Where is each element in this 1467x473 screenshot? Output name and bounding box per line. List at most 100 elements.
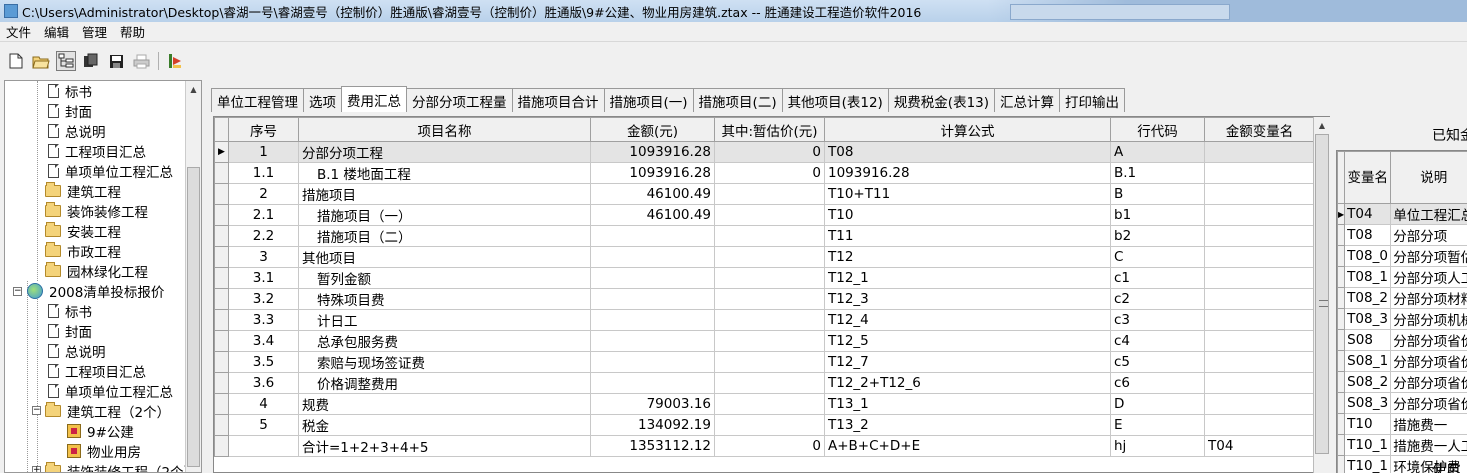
row-code-cell[interactable]: b1 — [1110, 204, 1205, 226]
item-name-cell[interactable]: 规费 — [298, 393, 591, 415]
variable-cell[interactable] — [1204, 183, 1315, 205]
row-indicator[interactable] — [214, 225, 229, 247]
row-code-cell[interactable]: B.1 — [1110, 162, 1205, 184]
table-row[interactable]: S08_1 分部分项省价 — [1337, 350, 1467, 372]
tree-item[interactable]: 装饰装修工程（2个） — [45, 461, 197, 472]
row-code-cell[interactable]: b2 — [1110, 225, 1205, 247]
item-name-cell[interactable]: 措施项目 — [298, 183, 591, 205]
amount-cell[interactable] — [590, 267, 715, 289]
table-row[interactable]: 3 其他项目 T12 C — [214, 246, 1315, 268]
amount-cell[interactable] — [590, 225, 715, 247]
tree-item[interactable]: 封面 — [47, 321, 92, 341]
row-indicator[interactable] — [214, 414, 229, 436]
row-indicator[interactable] — [1337, 224, 1346, 246]
formula-cell[interactable]: T13_2 — [824, 414, 1111, 436]
row-indicator[interactable] — [1337, 371, 1346, 393]
tab-measures-total[interactable]: 措施项目合计 — [511, 88, 605, 112]
table-row[interactable]: 合计=1+2+3+4+5 1353112.12 0 A+B+C+D+E hj T04 — [214, 435, 1315, 457]
item-name-cell[interactable]: 合计=1+2+3+4+5 — [298, 435, 591, 457]
row-code-cell[interactable]: c6 — [1110, 372, 1205, 394]
tree-expand-toggle[interactable]: + — [32, 466, 41, 472]
table-row[interactable]: 2 措施项目 46100.49 T10+T11 B — [214, 183, 1315, 205]
tree-scrollbar[interactable]: ▲ — [185, 81, 201, 472]
table-row[interactable]: 2.1 措施项目（一） 46100.49 T10 b1 — [214, 204, 1315, 226]
row-indicator[interactable] — [214, 162, 229, 184]
variable-name-cell[interactable]: S08_2 — [1344, 371, 1392, 393]
formula-cell[interactable]: T10 — [824, 204, 1111, 226]
estimate-cell[interactable]: 0 — [714, 141, 825, 163]
table-row[interactable]: S08_2 分部分项省价 — [1337, 371, 1467, 393]
tree-item[interactable]: 单项单位工程汇总 — [47, 381, 173, 401]
row-indicator[interactable] — [214, 351, 229, 373]
variable-description-cell[interactable]: 单位工程汇总 — [1390, 203, 1467, 225]
table-row[interactable]: T08_2 分部分项材料 — [1337, 287, 1467, 309]
variable-cell[interactable] — [1204, 162, 1315, 184]
variable-cell[interactable] — [1204, 267, 1315, 289]
variable-cell[interactable] — [1204, 246, 1315, 268]
scroll-thumb[interactable] — [187, 167, 200, 467]
row-indicator[interactable] — [214, 267, 229, 289]
item-number-cell[interactable]: 2 — [228, 183, 299, 205]
row-indicator[interactable] — [214, 435, 229, 457]
scroll-up-icon[interactable]: ▲ — [186, 81, 201, 97]
column-header[interactable]: 变量名 — [1344, 151, 1392, 204]
amount-cell[interactable] — [590, 309, 715, 331]
tree-item[interactable]: 标书 — [47, 81, 92, 101]
variable-description-cell[interactable]: 分部分项省价 — [1390, 350, 1467, 372]
row-code-cell[interactable]: c5 — [1110, 351, 1205, 373]
amount-cell[interactable]: 134092.19 — [590, 414, 715, 436]
table-row[interactable]: T08_1 分部分项人工 — [1337, 266, 1467, 288]
formula-cell[interactable]: T12_5 — [824, 330, 1111, 352]
column-header[interactable]: 计算公式 — [824, 117, 1111, 142]
amount-cell[interactable] — [590, 372, 715, 394]
tree-item[interactable]: 9#公建 — [67, 421, 134, 441]
item-name-cell[interactable]: B.1 楼地面工程 — [298, 162, 591, 184]
tree-item[interactable]: 园林绿化工程 — [45, 261, 148, 281]
menu-help[interactable]: 帮助 — [120, 22, 145, 41]
variable-description-cell[interactable]: 分部分项 — [1390, 224, 1467, 246]
variable-cell[interactable] — [1204, 288, 1315, 310]
amount-cell[interactable] — [590, 288, 715, 310]
item-number-cell[interactable]: 3.1 — [228, 267, 299, 289]
menu-file[interactable]: 文件 — [6, 22, 31, 41]
table-row[interactable]: 3.4 总承包服务费 T12_5 c4 — [214, 330, 1315, 352]
item-name-cell[interactable]: 暂列金额 — [298, 267, 591, 289]
formula-cell[interactable]: T12_3 — [824, 288, 1111, 310]
tree-collapse-toggle[interactable]: − — [32, 406, 41, 415]
table-row[interactable]: T10 措施费一 — [1337, 413, 1467, 435]
grid-scrollbar[interactable]: ▲ — [1313, 117, 1330, 473]
row-code-cell[interactable]: c3 — [1110, 309, 1205, 331]
item-number-cell[interactable]: 2.2 — [228, 225, 299, 247]
column-header[interactable]: 项目名称 — [298, 117, 591, 142]
estimate-cell[interactable]: 0 — [714, 435, 825, 457]
tree-view-icon[interactable] — [56, 51, 76, 71]
variable-name-cell[interactable]: S08_3 — [1344, 392, 1392, 414]
item-name-cell[interactable]: 措施项目（二） — [298, 225, 591, 247]
row-indicator[interactable] — [1337, 350, 1346, 372]
variable-cell[interactable] — [1204, 372, 1315, 394]
variable-cell[interactable] — [1204, 393, 1315, 415]
estimate-cell[interactable]: 0 — [714, 162, 825, 184]
row-indicator[interactable] — [1337, 392, 1346, 414]
item-number-cell[interactable]: 3.6 — [228, 372, 299, 394]
item-number-cell[interactable]: 3.5 — [228, 351, 299, 373]
tab-print[interactable]: 打印输出 — [1059, 88, 1126, 112]
menu-manage[interactable]: 管理 — [82, 22, 107, 41]
table-row[interactable]: 1.1 B.1 楼地面工程 1093916.28 0 1093916.28 B.1 — [214, 162, 1315, 184]
table-row[interactable]: S08_3 分部分项省价 — [1337, 392, 1467, 414]
row-indicator[interactable] — [214, 372, 229, 394]
formula-cell[interactable]: T08 — [824, 141, 1111, 163]
table-row[interactable]: 5 税金 134092.19 T13_2 E — [214, 414, 1315, 436]
tree-item[interactable]: 建筑工程（2个） — [45, 401, 170, 421]
variable-cell[interactable] — [1204, 204, 1315, 226]
item-name-cell[interactable]: 分部分项工程 — [298, 141, 591, 163]
amount-cell[interactable] — [590, 246, 715, 268]
variable-name-cell[interactable]: T10_1 — [1344, 455, 1392, 473]
variable-name-cell[interactable]: T10_1 — [1344, 434, 1392, 456]
table-row[interactable]: 3.1 暂列金额 T12_1 c1 — [214, 267, 1315, 289]
tab-measures-2[interactable]: 措施项目(二) — [692, 88, 783, 112]
variable-name-cell[interactable]: T08_1 — [1344, 266, 1392, 288]
variable-name-cell[interactable]: T08_0 — [1344, 245, 1392, 267]
item-number-cell[interactable]: 3.2 — [228, 288, 299, 310]
row-code-cell[interactable]: B — [1110, 183, 1205, 205]
